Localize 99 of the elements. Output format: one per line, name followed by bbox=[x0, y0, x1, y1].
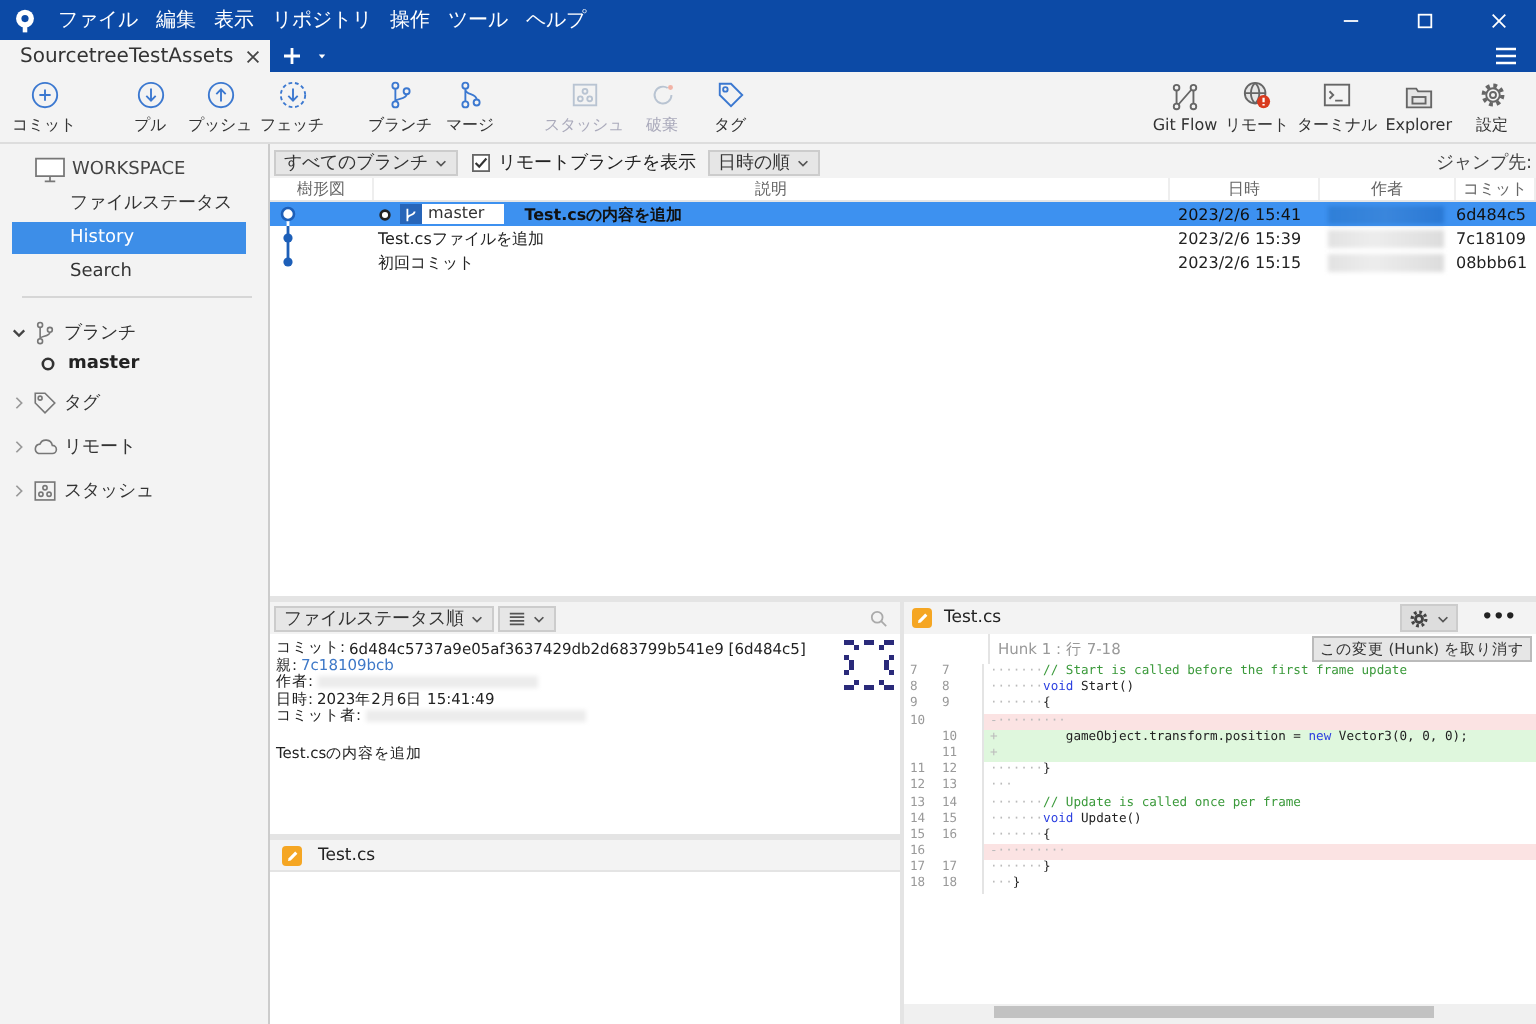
checkbox[interactable] bbox=[472, 154, 490, 172]
more-button[interactable]: ••• bbox=[1469, 608, 1528, 628]
view-mode-dropdown[interactable] bbox=[498, 605, 556, 631]
branch-icon bbox=[402, 205, 420, 223]
section-heading: WORKSPACE bbox=[72, 160, 186, 180]
menu-item[interactable]: 編集 bbox=[156, 6, 196, 34]
toolbar-button[interactable]: リモート bbox=[1221, 79, 1294, 135]
sidebar-section[interactable]: ブランチ bbox=[64, 319, 136, 345]
file-name: Test.cs bbox=[944, 608, 1002, 628]
caret-icon[interactable] bbox=[314, 48, 330, 64]
commit-hash: 7c18109 bbox=[1456, 229, 1528, 247]
toolbar-button[interactable]: 設定 bbox=[1456, 79, 1528, 135]
menu-item[interactable]: ツール bbox=[448, 6, 508, 34]
merge-icon bbox=[455, 79, 485, 109]
pencil-icon bbox=[282, 845, 302, 865]
menu-item[interactable]: リポジトリ bbox=[272, 6, 372, 34]
toolbar-button[interactable]: ターミナル bbox=[1293, 79, 1382, 135]
chevron-right-icon[interactable] bbox=[12, 395, 26, 409]
tag-icon bbox=[715, 79, 745, 109]
menu-item[interactable]: ファイル bbox=[58, 6, 138, 34]
plus-icon[interactable] bbox=[282, 46, 302, 66]
settings-icon bbox=[1477, 79, 1507, 109]
caret-icon bbox=[434, 156, 448, 170]
commit-hash: 6d484c5 bbox=[1456, 205, 1528, 223]
column-header[interactable]: 作者 bbox=[1320, 178, 1456, 200]
toolbar-button[interactable]: Explorer bbox=[1381, 81, 1456, 133]
file-sort-dropdown[interactable]: ファイルステータス順 bbox=[274, 605, 494, 631]
plus-circle-icon bbox=[29, 79, 59, 109]
menu-item[interactable]: 表示 bbox=[214, 6, 254, 34]
toolbar-button[interactable]: タグ bbox=[696, 79, 764, 135]
branch-name: master bbox=[422, 204, 505, 224]
checkbox-label[interactable]: リモートブランチを表示 bbox=[498, 150, 696, 176]
menu-item[interactable]: 操作 bbox=[390, 6, 430, 34]
toolbar-button[interactable]: プル bbox=[116, 79, 184, 135]
monitor-icon bbox=[34, 156, 66, 184]
blurred-text bbox=[1328, 253, 1444, 271]
commit-row[interactable]: master Test.csの内容を追加 2023/2/6 15:41 6d484c5 bbox=[270, 202, 1536, 226]
sidebar-section[interactable]: タグ bbox=[64, 389, 100, 415]
scrollbar-thumb[interactable] bbox=[994, 1006, 1434, 1018]
cloud-icon bbox=[32, 433, 58, 459]
caret-icon bbox=[532, 611, 546, 625]
repository-tab[interactable]: SourcetreeTestAssets bbox=[0, 40, 270, 72]
up-arrow-circle-icon bbox=[205, 79, 235, 109]
blurred-text bbox=[1328, 229, 1444, 247]
menu-icon[interactable] bbox=[1494, 46, 1518, 66]
commit-row[interactable]: Test.csファイルを追加 2023/2/6 15:39 7c18109 bbox=[270, 226, 1536, 250]
branch-item[interactable]: master bbox=[68, 354, 140, 374]
settings-dropdown[interactable] bbox=[1399, 604, 1458, 632]
column-header[interactable]: 説明 bbox=[374, 178, 1170, 200]
down-arrow-circle-icon bbox=[135, 79, 165, 109]
flow-icon bbox=[1170, 81, 1200, 111]
tag-icon bbox=[32, 389, 58, 415]
app-logo-icon bbox=[12, 7, 38, 33]
stash-box-icon bbox=[569, 79, 599, 109]
branch-icon bbox=[385, 79, 415, 109]
sidebar-section[interactable]: リモート bbox=[64, 433, 136, 459]
globe-warning-icon bbox=[1242, 79, 1273, 109]
blurred-text bbox=[1328, 205, 1444, 223]
pencil-icon bbox=[912, 608, 932, 628]
toolbar-button[interactable]: マージ bbox=[436, 79, 504, 135]
ring-icon bbox=[378, 207, 392, 221]
commit-row[interactable]: 初回コミット 2023/2/6 15:15 08bbb61 bbox=[270, 250, 1536, 274]
maximize-icon[interactable] bbox=[1416, 11, 1434, 29]
stash-box-icon bbox=[32, 477, 58, 503]
commit-date: 2023/2/6 15:39 bbox=[1176, 229, 1304, 247]
column-header[interactable]: 樹形図 bbox=[270, 178, 374, 200]
commit-message: Test.csの内容を追加 bbox=[524, 203, 683, 225]
chevron-right-icon[interactable] bbox=[12, 483, 26, 497]
commit-message: 初回コミット bbox=[378, 251, 474, 273]
sidebar-section[interactable]: スタッシュ bbox=[64, 477, 154, 503]
branch-icon bbox=[32, 319, 58, 345]
commit-date: 2023/2/6 15:41 bbox=[1176, 205, 1304, 223]
terminal-icon bbox=[1322, 79, 1353, 109]
caret-icon bbox=[470, 611, 484, 625]
file-item[interactable]: Test.cs bbox=[270, 840, 900, 872]
avatar-icon bbox=[844, 640, 894, 690]
sort-order-dropdown[interactable]: 日時の順 bbox=[708, 150, 820, 176]
jump-label: ジャンプ先: bbox=[1435, 150, 1532, 176]
toolbar-button[interactable]: コミット bbox=[8, 79, 80, 135]
sidebar-item[interactable]: Search bbox=[12, 256, 246, 288]
toolbar-button[interactable]: ブランチ bbox=[364, 79, 436, 135]
branch-filter-dropdown[interactable]: すべてのブランチ bbox=[274, 150, 458, 176]
caret-icon bbox=[1435, 611, 1450, 625]
caret-icon bbox=[796, 156, 810, 170]
toolbar-button[interactable]: フェッチ bbox=[256, 79, 328, 135]
sidebar-item[interactable]: ファイルステータス bbox=[12, 188, 246, 220]
chevron-right-icon[interactable] bbox=[12, 439, 26, 453]
menu-item[interactable]: ヘルプ bbox=[526, 6, 586, 34]
toolbar-button[interactable]: Git Flow bbox=[1148, 81, 1222, 133]
list-icon bbox=[508, 609, 526, 627]
close-icon[interactable] bbox=[244, 47, 262, 65]
settings-icon bbox=[1407, 607, 1430, 629]
commit-hash: 08bbb61 bbox=[1456, 253, 1530, 271]
column-header[interactable]: コミット bbox=[1456, 178, 1536, 200]
column-header[interactable]: 日時 bbox=[1170, 178, 1320, 200]
toolbar-button[interactable]: プッシュ bbox=[184, 79, 256, 135]
commit-message: Test.csファイルを追加 bbox=[378, 227, 544, 249]
commit-date: 2023/2/6 15:15 bbox=[1176, 253, 1304, 271]
chevron-down-icon[interactable] bbox=[12, 325, 26, 339]
